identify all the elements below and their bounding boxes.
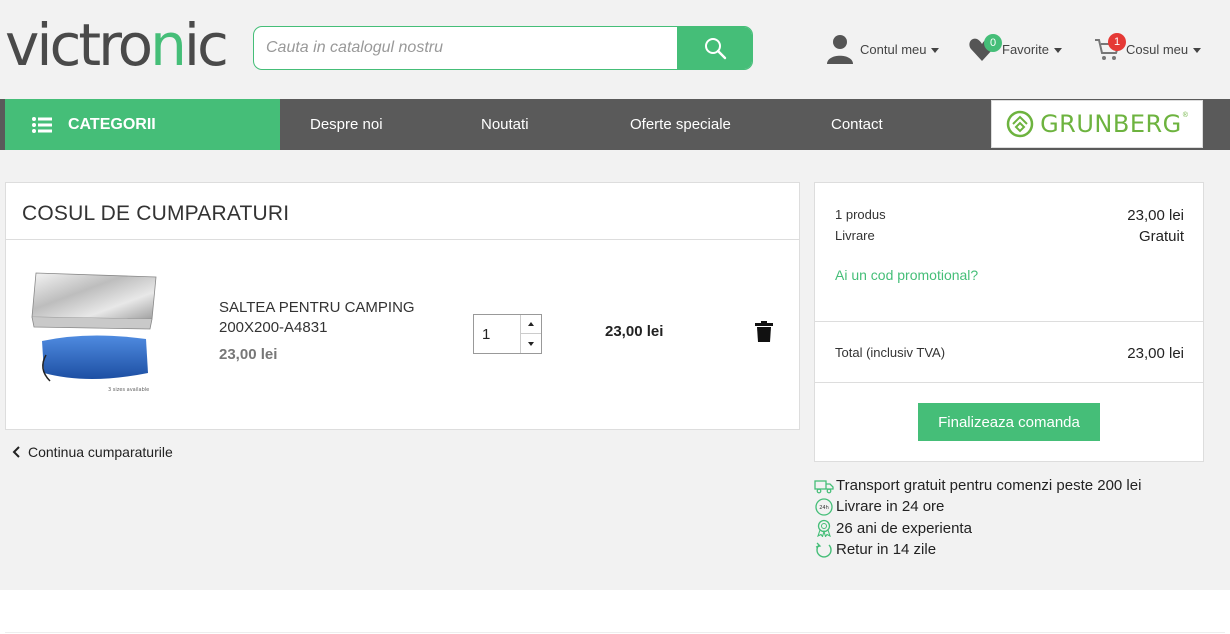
footer-divider [5, 632, 1225, 633]
cart-label: Cosul meu [1126, 41, 1189, 57]
main-nav: CATEGORII Despre noi Noutati Oferte spec… [0, 99, 1230, 150]
summary-shipping-value: Gratuit [1138, 228, 1184, 245]
chevron-down-icon [1053, 47, 1062, 53]
site-header: victronic Contul meu 0 Favorite [0, 0, 1230, 99]
perk-item: 26 ani de experienta [814, 518, 1141, 539]
brand-name: GRUNBERG [1040, 110, 1182, 138]
nav-link-oferte-speciale[interactable]: Oferte speciale [630, 99, 731, 150]
arrow-down-icon [528, 341, 534, 346]
favorites-count-badge: 0 [984, 34, 1002, 52]
award-icon [817, 520, 831, 538]
nav-link-noutati[interactable]: Noutati [481, 99, 529, 150]
nav-link-despre-noi[interactable]: Despre noi [310, 99, 383, 150]
account-menu[interactable]: Contul meu [826, 33, 940, 65]
chevron-down-icon [931, 47, 940, 53]
perk-item: 24h Livrare in 24 ore [814, 496, 1141, 517]
logo-text-main: victro [5, 11, 153, 79]
perk-text: 26 ani de experienta [836, 519, 972, 537]
categories-label: CATEGORII [68, 115, 156, 133]
user-icon [827, 35, 853, 64]
checkout-button[interactable]: Finalizeaza comanda [918, 403, 1100, 441]
quantity-input[interactable] [474, 315, 520, 353]
product-name[interactable]: SALTEA PENTRU CAMPING 200X200-A4831 [219, 298, 439, 338]
grunberg-logo-icon [1006, 110, 1034, 138]
24h-icon: 24h [815, 498, 833, 516]
summary-products-row: 1 produs 23,00 lei [835, 207, 1184, 224]
summary-divider [815, 382, 1203, 383]
search-icon [704, 38, 726, 60]
quantity-decrease-button[interactable] [520, 334, 541, 353]
perk-text: Retur in 14 zile [836, 541, 937, 559]
quantity-stepper [473, 314, 542, 354]
product-unit-price: 23,00 lei [219, 346, 278, 363]
order-summary: 1 produs 23,00 lei Livrare Gratuit Ai un… [814, 182, 1204, 462]
cart-title: COSUL DE CUMPARATURI [22, 202, 290, 225]
chevron-down-icon [1193, 47, 1202, 53]
search-bar [253, 26, 753, 70]
cart-panel: COSUL DE CUMPARATURI 3 sizes available S… [5, 182, 800, 430]
site-logo[interactable]: victronic [5, 10, 229, 80]
summary-divider [815, 321, 1203, 322]
categories-button[interactable]: CATEGORII [5, 99, 280, 150]
favorites-menu[interactable]: 0 Favorite [968, 33, 1062, 65]
brand-registered-mark: ® [1182, 111, 1188, 119]
chevron-left-icon [12, 446, 20, 458]
product-image-caption: 3 sizes available [108, 387, 149, 393]
perk-text: Livrare in 24 ore [836, 498, 945, 516]
line-total: 23,00 lei [605, 323, 664, 340]
quantity-increase-button[interactable] [520, 315, 541, 334]
logo-text-accent: n [150, 11, 187, 79]
svg-text:24h: 24h [819, 505, 829, 511]
summary-total-row: Total (inclusiv TVA) 23,00 lei [835, 345, 1184, 362]
nav-link-contact[interactable]: Contact [831, 99, 883, 150]
perk-item: Retur in 14 zile [814, 539, 1141, 560]
summary-products-label: 1 produs [835, 207, 886, 222]
perk-text: Transport gratuit pentru comenzi peste 2… [836, 477, 1142, 495]
page-footer [0, 590, 1230, 634]
search-button[interactable] [677, 27, 752, 69]
continue-shopping-link[interactable]: Continua cumparaturile [12, 444, 173, 460]
summary-shipping-label: Livrare [835, 228, 875, 243]
cart-count-badge: 1 [1108, 33, 1126, 51]
truck-icon [814, 479, 834, 494]
summary-total-value: 23,00 lei [1127, 345, 1184, 362]
summary-products-value: 23,00 lei [1127, 207, 1184, 224]
list-icon [32, 116, 52, 133]
return-icon [815, 542, 832, 558]
continue-shopping-label: Continua cumparaturile [28, 444, 173, 460]
search-input[interactable] [254, 27, 679, 69]
cart-menu[interactable]: 1 Cosul meu [1094, 33, 1202, 65]
perk-item: Transport gratuit pentru comenzi peste 2… [814, 475, 1141, 496]
arrow-up-icon [528, 322, 534, 326]
summary-total-label: Total (inclusiv TVA) [835, 345, 946, 360]
brand-logo-grunberg[interactable]: GRUNBERG ® [991, 100, 1203, 148]
account-label: Contul meu [860, 41, 927, 57]
logo-text-end: ic [183, 11, 229, 79]
cart-divider [6, 239, 799, 240]
favorites-label: Favorite [1002, 41, 1049, 57]
product-image[interactable]: 3 sizes available [28, 269, 158, 397]
perks-list: Transport gratuit pentru comenzi peste 2… [814, 475, 1141, 560]
trash-icon[interactable] [755, 321, 773, 342]
summary-shipping-row: Livrare Gratuit [835, 228, 1184, 245]
promo-code-link[interactable]: Ai un cod promotional? [835, 267, 978, 283]
